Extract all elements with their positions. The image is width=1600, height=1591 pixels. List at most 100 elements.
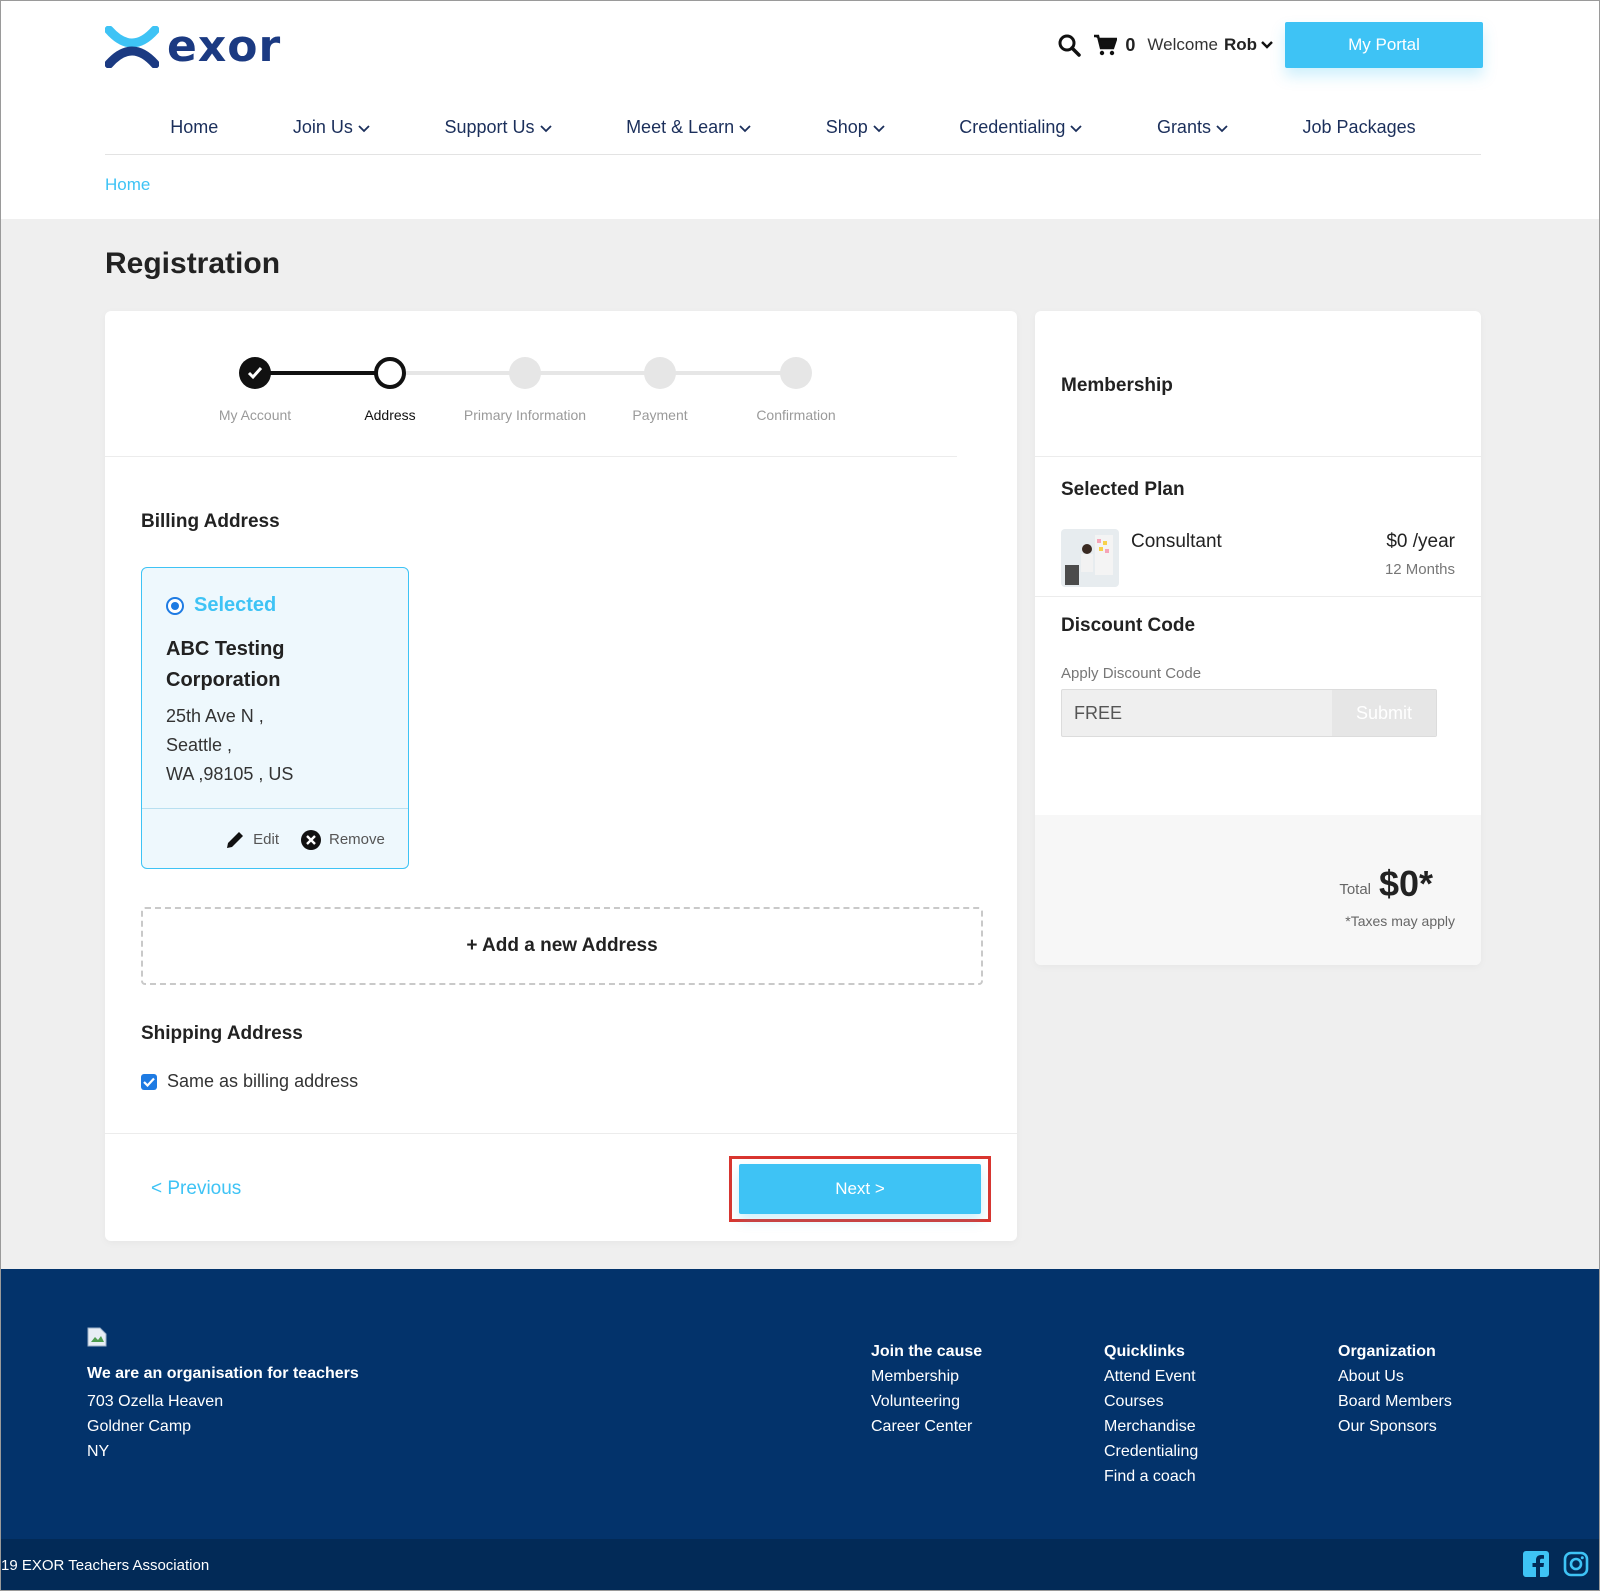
my-portal-button[interactable]: My Portal — [1285, 22, 1483, 68]
user-name[interactable]: Rob — [1224, 35, 1257, 55]
total-label: Total — [1339, 881, 1371, 898]
footer-link-courses[interactable]: Courses — [1104, 1389, 1198, 1414]
footer-col-title: Organization — [1338, 1343, 1436, 1360]
address-line-3: WA ,98105 , US — [166, 764, 294, 784]
discount-code-field[interactable]: FREE Submit — [1061, 689, 1437, 737]
footer-link-volunteering[interactable]: Volunteering — [871, 1389, 982, 1414]
site-logo[interactable]: exor — [105, 25, 281, 69]
footer-link-our-sponsors[interactable]: Our Sponsors — [1338, 1414, 1452, 1439]
address-line-2: Seattle , — [166, 735, 233, 755]
add-new-address-button[interactable]: + Add a new Address — [141, 907, 983, 985]
footer-link-attend-event[interactable]: Attend Event — [1104, 1364, 1198, 1389]
footer-col-title: Quicklinks — [1104, 1343, 1185, 1360]
cart-icon[interactable] — [1093, 34, 1118, 56]
footer-link-merchandise[interactable]: Merchandise — [1104, 1414, 1198, 1439]
logo-text: exor — [167, 21, 282, 72]
chevron-down-icon — [539, 124, 552, 132]
nav-job-packages[interactable]: Job Packages — [1303, 117, 1416, 138]
previous-button[interactable]: < Previous — [151, 1178, 241, 1200]
order-summary-card: Membership Selected Plan Consultant $0 /… — [1035, 311, 1481, 965]
step-confirmation-circle — [780, 357, 812, 389]
same-as-billing-checkbox[interactable] — [141, 1073, 157, 1090]
chevron-down-icon — [1070, 124, 1083, 132]
nav-home[interactable]: Home — [170, 117, 218, 138]
nav-credentialing[interactable]: Credentialing — [959, 117, 1083, 138]
site-header: exor 0 Welcome Rob My Portal Home Join U… — [1, 1, 1599, 219]
remove-address-button[interactable]: Remove — [301, 829, 385, 850]
plan-price: $0 /year — [1386, 531, 1455, 552]
chevron-down-icon — [358, 124, 370, 132]
step-line-done — [255, 371, 390, 375]
step-primary-info-circle — [509, 357, 541, 389]
plan-name: Consultant — [1131, 531, 1222, 552]
step-primary-info-label: Primary Information — [463, 407, 587, 423]
footer-link-credentialing[interactable]: Credentialing — [1104, 1439, 1198, 1464]
footer-address-line: NY — [87, 1443, 110, 1460]
membership-title: Membership — [1061, 375, 1173, 396]
same-as-billing-label: Same as billing address — [167, 1071, 359, 1091]
nav-shop[interactable]: Shop — [826, 117, 885, 138]
facebook-icon[interactable] — [1523, 1551, 1549, 1577]
edit-address-button[interactable]: Edit — [225, 830, 279, 850]
footer-col-quicklinks: Quicklinks Attend Event Courses Merchand… — [1104, 1339, 1198, 1489]
nav-support-us[interactable]: Support Us — [444, 117, 552, 138]
plan-photo-image — [1061, 529, 1119, 587]
nav-grants[interactable]: Grants — [1157, 117, 1228, 138]
footer-link-board-members[interactable]: Board Members — [1338, 1389, 1452, 1414]
same-as-billing-option[interactable]: Same as billing address — [141, 1071, 358, 1092]
step-address-label: Address — [364, 407, 416, 423]
footer-tagline: We are an organisation for teachers — [87, 1365, 359, 1382]
breadcrumb-home[interactable]: Home — [105, 175, 150, 195]
address-actions: Edit Remove — [142, 808, 408, 868]
selected-plan-title: Selected Plan — [1061, 479, 1185, 500]
footer-link-about-us[interactable]: About Us — [1338, 1364, 1452, 1389]
selected-radio[interactable] — [166, 596, 184, 615]
page-title: Registration — [105, 247, 281, 280]
footer-address-line: Goldner Camp — [87, 1418, 192, 1435]
welcome-text: Welcome — [1147, 35, 1218, 54]
cart-count[interactable]: 0 — [1125, 35, 1135, 56]
site-footer: We are an organisation for teachers 703 … — [1, 1269, 1599, 1539]
social-links — [1523, 1551, 1589, 1577]
shipping-address-title: Shipping Address — [141, 1023, 303, 1044]
step-confirmation-label: Confirmation — [756, 407, 836, 423]
copyright-text: 19 EXOR Teachers Association — [1, 1557, 210, 1574]
instagram-icon[interactable] — [1563, 1551, 1589, 1577]
footer-link-career-center[interactable]: Career Center — [871, 1414, 982, 1439]
footer-link-membership[interactable]: Membership — [871, 1364, 982, 1389]
top-utility-bar: 0 Welcome Rob My Portal — [1057, 22, 1483, 68]
footer-col-title: Join the cause — [871, 1343, 983, 1360]
plan-thumbnail — [1061, 529, 1119, 587]
footer-col-organization: Organization About Us Board Members Our … — [1338, 1339, 1452, 1439]
search-icon[interactable] — [1057, 33, 1082, 57]
billing-address-title: Billing Address — [141, 511, 280, 532]
total-value: $0* — [1378, 863, 1433, 904]
billing-address-lines: 25th Ave N , Seattle , WA ,98105 , US — [166, 702, 293, 789]
step-my-account-circle[interactable] — [239, 357, 271, 389]
registration-card-footer: < Previous Next > — [105, 1133, 1017, 1241]
nav-meet-learn[interactable]: Meet & Learn — [626, 117, 751, 138]
nav-join-us[interactable]: Join Us — [293, 117, 370, 138]
pencil-icon — [227, 831, 244, 848]
registration-stepper: My Account Address Primary Information P… — [105, 311, 957, 457]
discount-code-input[interactable]: FREE — [1074, 703, 1122, 724]
selected-indicator[interactable]: Selected — [166, 594, 276, 617]
footer-link-find-coach[interactable]: Find a coach — [1104, 1464, 1198, 1489]
chevron-down-icon[interactable] — [1261, 39, 1273, 51]
membership-section: Membership — [1035, 311, 1481, 457]
chevron-down-icon — [739, 124, 751, 132]
footer-bottom-bar: 19 EXOR Teachers Association — [1, 1539, 1599, 1590]
discount-submit-button[interactable]: Submit — [1332, 690, 1436, 736]
billing-address-card[interactable]: Selected ABC Testing Corporation 25th Av… — [141, 567, 409, 869]
billing-company-name: ABC Testing Corporation — [166, 638, 285, 691]
plan-duration: 12 Months — [1384, 561, 1455, 578]
total-section: Total $0* *Taxes may apply — [1035, 815, 1481, 965]
exor-mark-icon — [105, 26, 159, 68]
address-line-1: 25th Ave N , — [166, 706, 264, 726]
main-content: Registration My Account Address Primary … — [1, 219, 1599, 1269]
next-button[interactable]: Next > — [739, 1164, 981, 1214]
broken-image-icon — [87, 1327, 107, 1347]
step-address-circle[interactable] — [374, 357, 406, 389]
footer-address: 703 Ozella Heaven Goldner Camp NY — [87, 1389, 223, 1464]
step-payment-circle — [644, 357, 676, 389]
